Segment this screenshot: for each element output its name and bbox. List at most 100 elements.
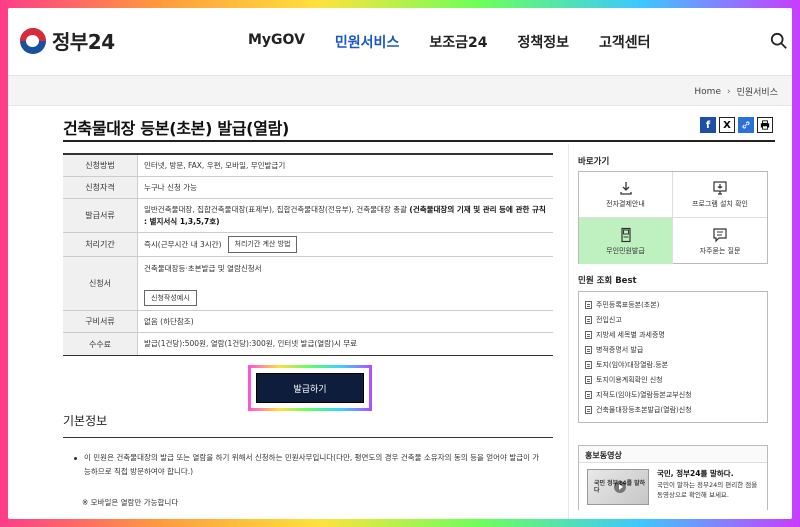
link-copy-icon[interactable] [738,117,754,133]
best-list: 주민등록표등본(초본) 전입신고 지방세 세목별 과세증명 병적증명서 발급 토… [578,291,768,423]
print-icon[interactable] [757,117,773,133]
fee-label: 수수료 [63,333,138,355]
method-label: 신청방법 [63,155,138,176]
basic-info-title: 기본정보 [63,414,108,428]
row-docs: 발급서류 일반건축물대장, 집합건축물대장(표제부), 집합건축물대장(전유부)… [63,199,553,233]
document-icon [585,405,592,414]
promo-text: 국민, 정부24를 말하다. 국민이 말하는 정부24의 편리한 점을 동영상으… [657,468,765,501]
required-value: 없음 (하단참조) [144,316,194,326]
best-item[interactable]: 토지이용계획확인 신청 [585,372,761,387]
document-icon [585,360,592,369]
best-item-label: 지적도(임야도)열람등본교부신청 [596,390,692,399]
chat-icon [713,227,727,242]
quick-link-program[interactable]: 프로그램 설치 확인 [673,172,767,218]
apply-button[interactable]: 발급하기 [256,373,364,403]
search-icon[interactable] [770,32,788,50]
promo-title: 홍보동영상 [585,451,622,460]
sidebar-divider [568,144,569,519]
basic-info-bullet: 이 민원은 건축물대장의 발급 또는 열람을 하기 위해서 신청하는 민원사무입… [74,451,544,480]
quick-link-label: 프로그램 설치 확인 [692,200,748,208]
quick-link-epayment[interactable]: 전자결제안내 [579,172,673,218]
best-item-label: 지방세 세목별 과세증명 [596,330,665,339]
required-label: 구비서류 [63,311,138,332]
breadcrumb: Home › 민원서비스 [694,85,778,99]
quick-links-title: 바로가기 [578,157,610,167]
docs-label: 발급서류 [63,199,138,232]
best-item-label: 토지(임야)대장열람.등본 [596,360,669,369]
main-nav: MyGOV 민원서비스 보조금24 정책정보 고객센터 [248,32,651,52]
method-value: 인터넷, 방문, FAX, 우편, 모바일, 무인발급기 [144,160,286,170]
chevron-right-icon: › [726,86,731,97]
mobile-note: ※ 모바일은 열람만 가능합니다 [82,498,179,507]
nav-subsidy24[interactable]: 보조금24 [429,32,487,52]
breadcrumb-bar: Home › 민원서비스 [8,76,792,106]
quick-link-label: 전자결제안내 [606,200,645,208]
taegeuk-logo-icon [20,27,46,54]
row-period: 처리기간 즉시(근무시간 내 3시간) 처리기간 계산 방법 [63,233,553,257]
basic-info-divider [63,437,553,438]
nav-civil-service[interactable]: 민원서비스 [335,32,399,52]
document-icon [585,345,592,354]
promo-banner[interactable]: 국민 정부24를 말하다 국민, 정부24를 말하다. 국민이 말하는 정부24… [579,462,767,510]
best-item[interactable]: 지적도(임야도)열람등본교부신청 [585,387,761,402]
best-item[interactable]: 주민등록표등본(초본) [585,297,761,312]
quick-link-label: 자주묻는 질문 [699,246,741,255]
row-form: 신청서 건축물대장등·초본발급 및 열람신청서 신청작성예시 [63,257,553,311]
best-item-label: 전입신고 [596,315,622,324]
apply-button-inner: 발급하기 [251,368,369,408]
best-title: 민원 조회 Best [578,276,637,286]
best-item[interactable]: 지방세 세목별 과세증명 [585,327,761,342]
breadcrumb-home[interactable]: Home [694,87,721,97]
row-eligibility: 신청자격 누구나 신청 가능 [63,177,553,199]
site-logo[interactable]: 정부24 [20,26,115,55]
best-item[interactable]: 전입신고 [585,312,761,327]
form-label: 신청서 [63,257,138,310]
eligibility-label: 신청자격 [63,177,138,198]
best-item[interactable]: 병적증명서 발급 [585,342,761,357]
docs-value: 일반건축물대장, 집합건축물대장(표제부), 집합건축물대장(전유부), 건축물… [138,199,553,232]
breadcrumb-current[interactable]: 민원서비스 [737,85,778,98]
row-required: 구비서류 없음 (하단참조) [63,311,553,333]
quick-link-label: 무인민원발급 [606,246,645,255]
form-value: 건축물대장등·초본발급 및 열람신청서 신청작성예시 [138,257,553,310]
document-icon [585,375,592,384]
info-table: 신청방법 인터넷, 방문, FAX, 우편, 모바일, 무인발급기 신청자격 누… [63,153,553,356]
nav-mygov[interactable]: MyGOV [248,32,305,52]
best-item-label: 건축물대장등초본발급(열람)신청 [596,405,692,414]
quick-link-kiosk[interactable]: 무인민원발급 [579,218,673,264]
play-icon[interactable] [614,481,626,493]
quick-links: 전자결제안내 프로그램 설치 확인 무인민원발급 자주묻는 질문 [578,171,768,264]
nav-customer-center[interactable]: 고객센터 [599,32,651,52]
row-fee: 수수료 발급(1건당):500원, 열람(1건당):300원, 인터넷 발급(열… [63,333,553,355]
basic-info-list: 이 민원은 건축물대장의 발급 또는 열람을 하기 위해서 신청하는 민원사무입… [74,451,544,480]
share-tools: f X [700,117,773,133]
period-calc-button[interactable]: 처리기간 계산 방법 [227,236,298,253]
best-item-label: 병적증명서 발급 [596,345,644,354]
download-icon [619,182,632,195]
promo-body: 국민이 말하는 정부24의 편리한 점을 동영상으로 확인해 보세요. [657,481,758,500]
quick-link-faq[interactable]: 자주묻는 질문 [673,218,767,264]
row-method: 신청방법 인터넷, 방문, FAX, 우편, 모바일, 무인발급기 [63,155,553,177]
document-icon [585,330,592,339]
page-title: 건축물대장 등본(초본) 발급(열람) [63,119,290,138]
period-text: 즉시(근무시간 내 3시간) [144,239,222,249]
best-item-label: 주민등록표등본(초본) [596,300,660,309]
facebook-share-icon[interactable]: f [700,117,716,133]
nav-policy-info[interactable]: 정책정보 [517,32,569,52]
eligibility-value: 누구나 신청 가능 [144,182,198,192]
best-item[interactable]: 토지(임야)대장열람.등본 [585,357,761,372]
form-text: 건축물대장등·초본발급 및 열람신청서 [144,264,262,273]
site-header: 정부24 MyGOV 민원서비스 보조금24 정책정보 고객센터 [8,8,792,76]
document-icon [585,315,592,324]
best-item[interactable]: 건축물대장등초본발급(열람)신청 [585,402,761,417]
title-divider [63,140,775,142]
form-example-button[interactable]: 신청작성예시 [144,289,197,306]
document-icon [585,390,592,399]
video-thumbnail[interactable]: 국민 정부24를 말하다 [587,469,649,505]
monitor-download-icon [713,181,727,195]
kiosk-icon [620,227,631,242]
logo-text: 정부24 [52,30,115,54]
period-value: 즉시(근무시간 내 3시간) 처리기간 계산 방법 [138,233,553,256]
x-share-icon[interactable]: X [719,117,735,133]
document-icon [585,300,592,309]
